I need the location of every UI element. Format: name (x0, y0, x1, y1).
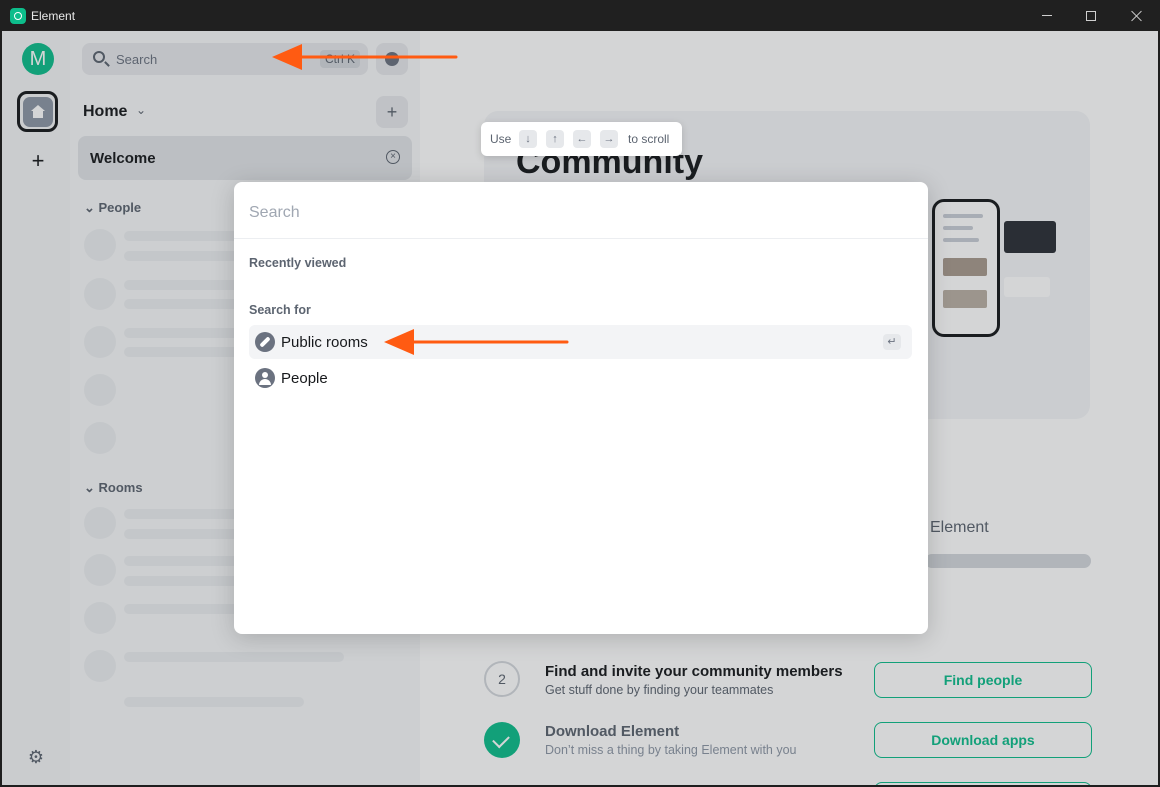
window-title: Element (31, 9, 76, 23)
arrow-left-key-icon: ← (573, 130, 591, 148)
element-app: M + ⚙ Search Ctrl K Home ⌄ + Welcome × ⌄… (2, 31, 1158, 785)
spotlight-search-dialog: Recently viewed Search for Public rooms … (234, 182, 928, 634)
window-titlebar: Element (0, 0, 1160, 31)
option-label: People (281, 370, 328, 387)
search-for-heading: Search for (249, 303, 311, 317)
element-logo-icon (10, 8, 26, 24)
option-label: Public rooms (281, 334, 368, 351)
enter-key-icon: ↵ (883, 334, 901, 350)
person-icon (255, 368, 275, 388)
close-icon (1131, 10, 1143, 22)
option-people[interactable]: People (249, 361, 912, 395)
scroll-hint-tooltip: Use ↓ ↑ ← → to scroll (481, 122, 682, 156)
minimize-button[interactable] (1024, 0, 1070, 31)
compass-icon (255, 332, 275, 352)
scroll-hint-suffix: to scroll (628, 132, 670, 146)
arrow-right-key-icon: → (600, 130, 618, 148)
arrow-down-key-icon: ↓ (519, 130, 537, 148)
option-public-rooms[interactable]: Public rooms ↵ (249, 325, 912, 359)
close-window-button[interactable] (1114, 0, 1160, 31)
dialog-divider (234, 238, 928, 239)
maximize-button[interactable] (1068, 0, 1114, 31)
arrow-up-key-icon: ↑ (546, 130, 564, 148)
maximize-icon (1086, 10, 1096, 21)
minimize-icon (1042, 15, 1052, 16)
scroll-hint-prefix: Use (490, 132, 512, 146)
spotlight-search-input[interactable] (249, 202, 889, 224)
recently-viewed-heading: Recently viewed (249, 256, 347, 270)
